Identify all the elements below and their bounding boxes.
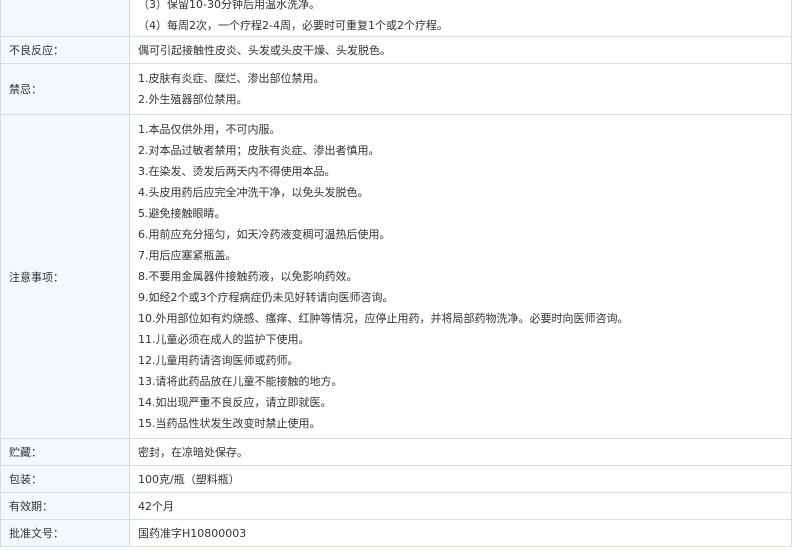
table-row: （3）保留10-30分钟后用温水洗净。 （4）每周2次，一个疗程2-4周，必要时… <box>0 0 792 37</box>
table-row: 包装： 100克/瓶（塑料瓶） <box>0 465 792 493</box>
adverse-reactions-text: 偶可引起接触性皮炎、头发或头皮干燥、头发脱色。 <box>138 43 391 57</box>
row-label-contraindications: 禁忌： <box>0 63 130 115</box>
usage-step-3: （3）保留10-30分钟后用温水洗净。 <box>138 0 320 11</box>
row-label-adverse-reactions: 不良反应： <box>0 36 130 64</box>
table-row: 不良反应： 偶可引起接触性皮炎、头发或头皮干燥、头发脱色。 <box>0 36 792 64</box>
row-value: 密封，在凉暗处保存。 <box>129 438 792 466</box>
row-value: 偶可引起接触性皮炎、头发或头皮干燥、头发脱色。 <box>129 36 792 64</box>
table-row: 禁忌： 1.皮肤有炎症、糜烂、渗出部位禁用。 2.外生殖器部位禁用。 <box>0 63 792 115</box>
table-row: 有效期： 42个月 <box>0 492 792 520</box>
contraindication-item: 2.外生殖器部位禁用。 <box>138 93 248 106</box>
row-value: 100克/瓶（塑料瓶） <box>129 465 792 493</box>
precaution-item: 13.请将此药品放在儿童不能接触的地方。 <box>138 375 343 388</box>
precaution-item: 3.在染发、烫发后两天内不得使用本品。 <box>138 165 336 178</box>
row-label-storage: 贮藏： <box>0 438 130 466</box>
precaution-item: 6.用前应充分摇匀，如天冷药液变稠可温热后使用。 <box>138 228 391 241</box>
table-row: 注意事项： 1.本品仅供外用，不可内服。 2.对本品过敏者禁用；皮肤有炎症、渗出… <box>0 114 792 439</box>
precaution-item: 4.头皮用药后应完全冲洗干净，以免头发脱色。 <box>138 186 369 199</box>
row-label-packaging: 包装： <box>0 465 130 493</box>
row-value: 1.皮肤有炎症、糜烂、渗出部位禁用。 2.外生殖器部位禁用。 <box>129 63 792 115</box>
table-row: 贮藏： 密封，在凉暗处保存。 <box>0 438 792 466</box>
row-value: 国药准字H10800003 <box>129 519 792 547</box>
row-label-approval-number: 批准文号： <box>0 519 130 547</box>
precaution-item: 1.本品仅供外用，不可内服。 <box>138 123 281 136</box>
shelf-life-text: 42个月 <box>138 499 174 513</box>
drug-info-table: （3）保留10-30分钟后用温水洗净。 （4）每周2次，一个疗程2-4周，必要时… <box>0 0 792 547</box>
precaution-item: 7.用后应塞紧瓶盖。 <box>138 249 237 262</box>
precaution-item: 11.儿童必须在成人的监护下使用。 <box>138 333 310 346</box>
precaution-item: 15.当药品性状发生改变时禁止使用。 <box>138 417 321 430</box>
contraindication-item: 1.皮肤有炎症、糜烂、渗出部位禁用。 <box>138 72 325 85</box>
row-label <box>0 0 130 37</box>
precaution-item: 10.外用部位如有灼烧感、瘙痒、红肿等情况，应停止用药，并将局部药物洗净。必要时… <box>138 312 629 325</box>
table-row: 批准文号： 国药准字H10800003 <box>0 519 792 547</box>
precaution-item: 5.避免接触眼睛。 <box>138 207 226 220</box>
usage-step-4: （4）每周2次，一个疗程2-4周，必要时可重复1个或2个疗程。 <box>138 19 448 32</box>
packaging-text: 100克/瓶（塑料瓶） <box>138 472 240 486</box>
precaution-item: 8.不要用金属器件接触药液，以免影响药效。 <box>138 270 358 283</box>
row-label-shelf-life: 有效期： <box>0 492 130 520</box>
row-value: （3）保留10-30分钟后用温水洗净。 （4）每周2次，一个疗程2-4周，必要时… <box>129 0 792 37</box>
row-value: 42个月 <box>129 492 792 520</box>
precaution-item: 14.如出现严重不良反应，请立即就医。 <box>138 396 332 409</box>
row-label-precautions: 注意事项： <box>0 114 130 439</box>
precaution-item: 9.如经2个或3个疗程病症仍未见好转请向医师咨询。 <box>138 291 394 304</box>
precaution-item: 12.儿童用药请咨询医师或药师。 <box>138 354 299 367</box>
row-value: 1.本品仅供外用，不可内服。 2.对本品过敏者禁用；皮肤有炎症、渗出者慎用。 3… <box>129 114 792 439</box>
storage-text: 密封，在凉暗处保存。 <box>138 445 248 459</box>
precaution-item: 2.对本品过敏者禁用；皮肤有炎症、渗出者慎用。 <box>138 144 380 157</box>
approval-number-text: 国药准字H10800003 <box>138 526 247 540</box>
